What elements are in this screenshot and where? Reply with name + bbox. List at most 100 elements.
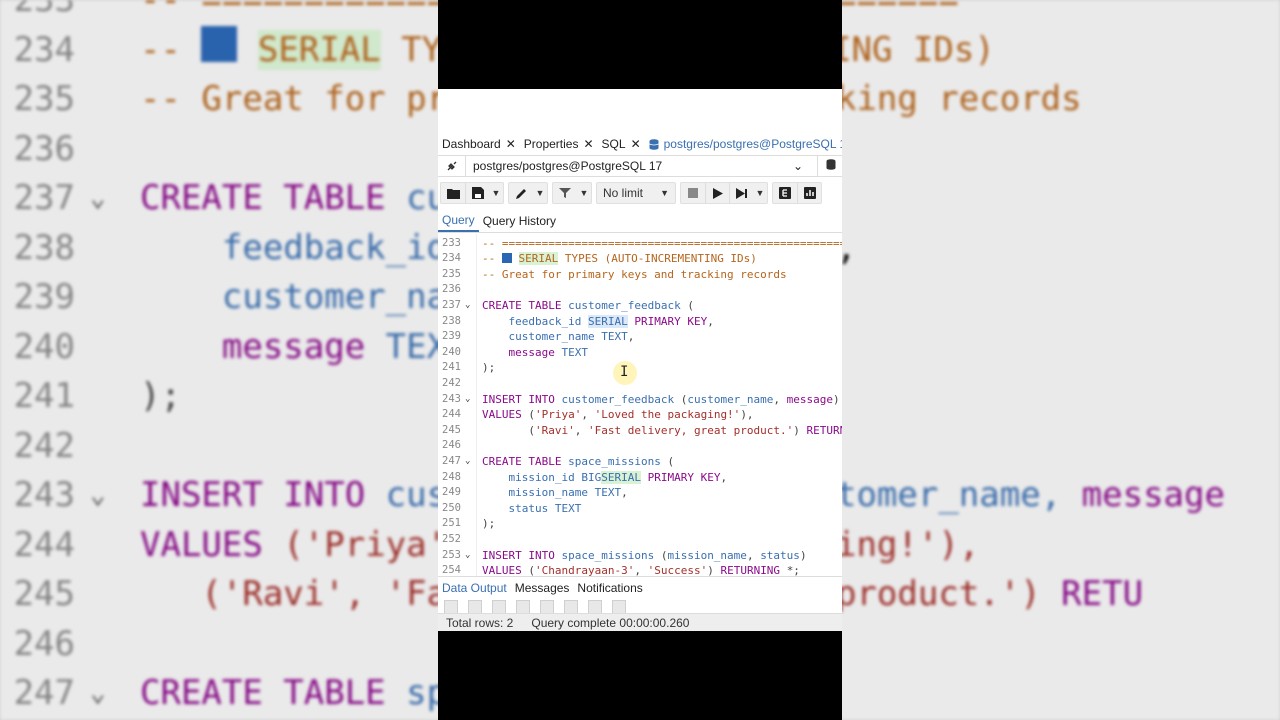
save-icon (471, 187, 484, 199)
execute-button[interactable] (705, 182, 729, 204)
tab-sql[interactable]: SQL ✕ (598, 132, 645, 156)
code-line: 251); (438, 516, 842, 532)
chevron-down-icon: ▼ (579, 188, 589, 198)
add-row-icon[interactable] (444, 600, 458, 614)
code-text: ); (482, 361, 496, 375)
tab-label: Query (442, 213, 475, 227)
edit-menu-button[interactable]: ▼ (508, 182, 548, 204)
line-number: 238 (442, 314, 461, 327)
code-line: 237 ⌄ CREATE TABLE customer_feedback ( (438, 298, 842, 314)
graph-icon[interactable] (588, 600, 602, 614)
pgadmin-window: Dashboard ✕ Properties ✕ SQL ✕ postgres/… (438, 89, 842, 631)
fold-chevron-icon[interactable]: ⌄ (465, 454, 475, 470)
tab-label: Query History (482, 214, 557, 228)
code-line: 248 mission_id BIGSERIAL PRIMARY KEY, (438, 470, 842, 486)
tab-query-tool[interactable]: postgres/postgres@PostgreSQL 17 (645, 132, 842, 156)
explain-icon (779, 187, 791, 199)
tab-dashboard[interactable]: Dashboard ✕ (438, 132, 520, 156)
save-data-icon[interactable] (540, 600, 554, 614)
code-text: -- =====================================… (482, 236, 842, 250)
code-text: CREATE TABLE customer_feedback ( (482, 298, 694, 312)
tab-messages[interactable]: Messages (511, 577, 574, 598)
line-number: 235 (442, 267, 461, 280)
line-number: 252 (442, 532, 461, 545)
line-number: 241 (442, 361, 461, 374)
code-text: status TEXT (508, 501, 582, 515)
line-number: 242 (442, 376, 461, 389)
line-number: 243 (442, 392, 461, 405)
tab-notifications[interactable]: Notifications (573, 577, 646, 598)
query-toolbar: ▼ ▼ ▼ No limit ▼ ▼ (440, 181, 826, 205)
code-text: -- SERIAL TYPES (AUTO-INCREMENTING IDs) (482, 252, 757, 266)
query-status: Query complete 00:00:00.260 (531, 615, 690, 630)
code-text: mission_name TEXT, (508, 486, 628, 500)
execute-script-button[interactable] (729, 182, 753, 204)
stop-button[interactable] (681, 182, 705, 204)
code-line: 252 (438, 532, 842, 548)
code-text: VALUES ('Priya', 'Loved the packaging!')… (482, 408, 754, 422)
filter-icon (553, 182, 577, 204)
code-line: 242 (438, 376, 842, 392)
open-file-button[interactable] (441, 182, 465, 204)
chevron-down-icon[interactable]: ▼ (753, 182, 767, 204)
tab-query[interactable]: Query (438, 210, 479, 232)
line-number: 251 (442, 517, 461, 530)
explain-button[interactable] (773, 182, 797, 204)
code-line: 240 message TEXT (438, 345, 842, 361)
code-text: -- Great for primary keys and tracking r… (482, 267, 787, 281)
file-buttons: ▼ (440, 182, 504, 204)
tab-data-output[interactable]: Data Output (438, 577, 511, 598)
delete-icon[interactable] (516, 600, 530, 614)
line-number: 250 (442, 501, 461, 514)
connection-select[interactable]: postgres/postgres@PostgreSQL 17 ⌄ (466, 155, 818, 177)
chevron-down-icon: ▼ (535, 188, 545, 198)
code-line: 249 mission_name TEXT, (438, 485, 842, 501)
line-number: 233 (442, 236, 461, 249)
download-icon[interactable] (564, 600, 578, 614)
close-icon[interactable]: ✕ (583, 137, 593, 151)
line-number: 254 (442, 564, 461, 576)
line-number: 244 (442, 408, 461, 421)
connection-status-icon[interactable] (438, 155, 466, 177)
line-number: 246 (442, 439, 461, 452)
fold-chevron-icon[interactable]: ⌄ (465, 298, 475, 314)
close-icon[interactable]: ✕ (506, 137, 516, 151)
connection-name: postgres/postgres@PostgreSQL 17 (473, 159, 663, 173)
code-line: 236 (438, 282, 842, 298)
tab-query-history[interactable]: Query History (479, 210, 560, 232)
copy-icon[interactable] (468, 600, 482, 614)
filter-button[interactable]: ▼ (552, 182, 592, 204)
line-number: 240 (442, 345, 461, 358)
line-number: 248 (442, 470, 461, 483)
row-limit-select[interactable]: No limit ▼ (596, 182, 676, 204)
tab-properties[interactable]: Properties ✕ (520, 132, 598, 156)
code-line: 239 customer_name TEXT, (438, 329, 842, 345)
stop-icon (688, 188, 698, 198)
phone-frame: Dashboard ✕ Properties ✕ SQL ✕ postgres/… (438, 0, 842, 720)
close-icon[interactable]: ✕ (631, 137, 641, 151)
line-number: 239 (442, 330, 461, 343)
save-file-button[interactable] (465, 182, 489, 204)
chart-icon (803, 187, 816, 199)
explain-buttons (772, 182, 822, 204)
fold-chevron-icon[interactable]: ⌄ (465, 548, 475, 564)
paste-icon[interactable] (492, 600, 506, 614)
sql-editor[interactable]: 233 -- ==================================… (438, 234, 842, 576)
explain-analyze-button[interactable] (797, 182, 821, 204)
status-bar: Total rows: 2 Query complete 00:00:00.26… (438, 613, 842, 631)
database-icon[interactable] (826, 159, 836, 173)
code-text: CREATE TABLE space_missions ( (482, 454, 675, 468)
text-cursor-icon: I (620, 364, 629, 380)
row-limit-value: No limit (603, 186, 644, 200)
folder-icon (446, 188, 460, 199)
code-line: 250 status TEXT (438, 501, 842, 517)
line-number: 253 (442, 548, 461, 561)
total-rows: Total rows: 2 (446, 615, 514, 630)
chevron-down-icon[interactable]: ▼ (489, 182, 503, 204)
tab-label: Properties (523, 137, 579, 151)
play-script-icon (735, 187, 747, 199)
sql-icon[interactable] (612, 600, 626, 614)
fold-chevron-icon[interactable]: ⌄ (465, 392, 475, 408)
code-text: ('Ravi', 'Fast delivery, great product.'… (528, 423, 842, 437)
tab-label: Dashboard (442, 137, 501, 151)
